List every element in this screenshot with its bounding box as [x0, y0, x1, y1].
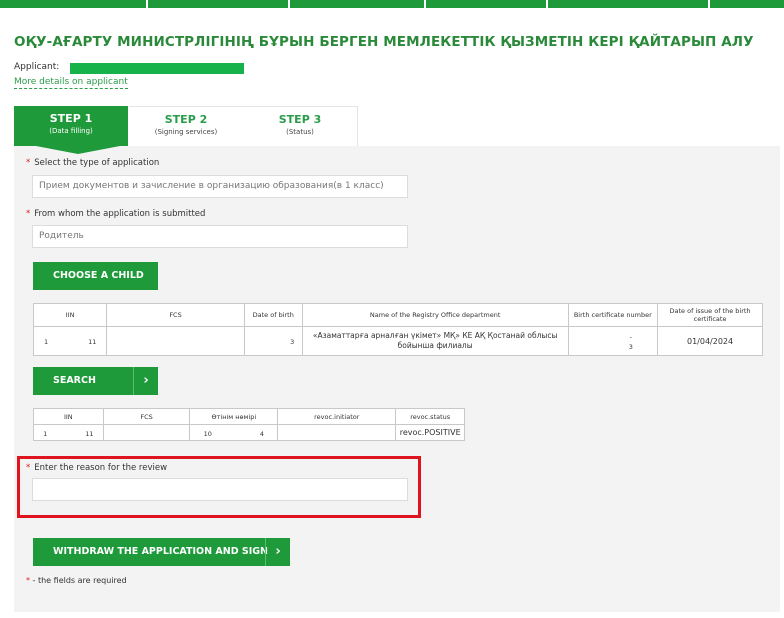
tab-step-1[interactable]: STEP 1 (Data filling) [14, 106, 128, 146]
required-mark: * [26, 158, 31, 168]
top-bar-segment[interactable] [426, 0, 546, 8]
applicant-label: Applicant: [14, 62, 60, 72]
col-fcs: FCS [106, 303, 245, 327]
highlight-box [17, 456, 421, 518]
top-bar-segment[interactable] [290, 0, 424, 8]
search-button[interactable]: SEARCH › [33, 367, 158, 395]
table-row[interactable]: 1 11 3 «Азаматтарға арналған үкімет» МҚ» … [32, 326, 763, 356]
redaction [593, 331, 630, 339]
col-initiator: revoc.initiator [277, 408, 397, 425]
redaction [592, 341, 629, 349]
col-registry: Name of the Registry Office department [301, 303, 569, 327]
col-iin: IIN [32, 303, 108, 327]
cell-fcs [106, 326, 245, 356]
cell-iin: 1 11 [32, 326, 108, 356]
redaction [286, 427, 387, 436]
cell-fcs [102, 424, 191, 441]
col-cert-issue-date: Date of issue of the birth certificate [657, 303, 763, 327]
tab-step-1-label: STEP 1 [49, 112, 93, 125]
applicant-role-select[interactable]: Родитель [32, 225, 408, 248]
application-type-select[interactable]: Прием документов и зачисление в организа… [32, 175, 408, 198]
num-start: 10 [203, 429, 212, 438]
redaction [252, 336, 291, 344]
cert-start: - [629, 333, 632, 341]
tab-step-2-label: STEP 2 [164, 113, 208, 126]
from-field-label: * From whom the application is submitted [26, 209, 205, 219]
required-mark: * [26, 576, 30, 585]
required-fields-note: * - the fields are required [26, 576, 127, 585]
withdraw-button-label: WITHDRAW THE APPLICATION AND SIGN [53, 546, 269, 557]
tab-step-2[interactable]: STEP 2 (Signing services) [129, 106, 244, 147]
chevron-right-icon: › [133, 367, 158, 395]
iin-end: 11 [85, 429, 94, 438]
col-dob: Date of birth [243, 303, 303, 327]
table-header-row: IIN FCS Date of birth Name of the Regist… [32, 303, 763, 327]
table-row[interactable]: 1 11 10 4 revoc.POSITIVE [33, 424, 465, 441]
redaction [48, 336, 89, 344]
cell-dob: 3 [243, 326, 303, 356]
table-header-row: IIN FCS Өтінім нөмірі revoc.initiator re… [33, 408, 465, 425]
redaction [47, 427, 86, 436]
top-bar [0, 0, 784, 8]
tab-step-1-sub: (Data filling) [49, 127, 93, 135]
withdraw-and-sign-button[interactable]: WITHDRAW THE APPLICATION AND SIGN › [33, 538, 290, 566]
dob-end: 3 [290, 338, 295, 346]
col-iin: IIN [33, 408, 104, 425]
type-field-label-text: Select the type of application [34, 158, 160, 168]
type-field-label: * Select the type of application [26, 158, 159, 168]
cell-iin: 1 11 [33, 424, 104, 441]
tab-step-3-sub: (Status) [286, 128, 314, 136]
revocation-table: IIN FCS Өтінім нөмірі revoc.initiator re… [33, 408, 465, 441]
chevron-right-icon: › [265, 538, 290, 566]
col-cert-number: Birth certificate number [567, 303, 659, 327]
active-tab-pointer [36, 146, 120, 154]
top-bar-segment[interactable] [548, 0, 708, 8]
redaction [111, 427, 182, 436]
top-bar-segment[interactable] [0, 0, 146, 8]
top-bar-segment[interactable] [148, 0, 288, 8]
col-application-number: Өтінім нөмірі [189, 408, 279, 425]
page-title: ОҚУ-АҒАРТУ МИНИСТРЛІГІНІҢ БҰРЫН БЕРГЕН М… [14, 34, 754, 50]
cell-cert-number: -3 [567, 326, 659, 356]
applicant-name-redacted [70, 63, 244, 74]
cert-end: 3 [628, 343, 633, 351]
child-table: IIN FCS Date of birth Name of the Regist… [32, 303, 763, 356]
from-field-label-text: From whom the application is submitted [34, 209, 206, 219]
cell-status: revoc.POSITIVE [395, 424, 465, 441]
required-note-text: - the fields are required [32, 576, 127, 585]
cell-issue-date: 01/04/2024 [657, 326, 763, 356]
choose-child-button[interactable]: CHOOSE A CHILD [33, 262, 158, 290]
cell-initiator [277, 424, 397, 441]
redaction [211, 427, 260, 436]
tab-step-3-label: STEP 3 [278, 113, 322, 126]
search-button-label: SEARCH [53, 375, 96, 386]
more-details-link[interactable]: More details on applicant [14, 76, 128, 89]
iin-end: 11 [88, 338, 97, 346]
cell-application-number: 10 4 [189, 424, 279, 441]
col-status: revoc.status [395, 408, 465, 425]
cell-registry: «Азаматтарға арналған үкімет» МҚ» КЕ АҚ … [301, 326, 569, 356]
tab-step-3[interactable]: STEP 3 (Status) [243, 106, 358, 147]
required-mark: * [26, 209, 31, 219]
num-end: 4 [259, 429, 265, 438]
step-tabs: STEP 1 (Data filling) STEP 2 (Signing se… [14, 106, 358, 147]
top-bar-segment[interactable] [710, 0, 784, 8]
tab-step-2-sub: (Signing services) [154, 128, 218, 136]
redaction [135, 330, 216, 350]
col-fcs: FCS [102, 408, 191, 425]
